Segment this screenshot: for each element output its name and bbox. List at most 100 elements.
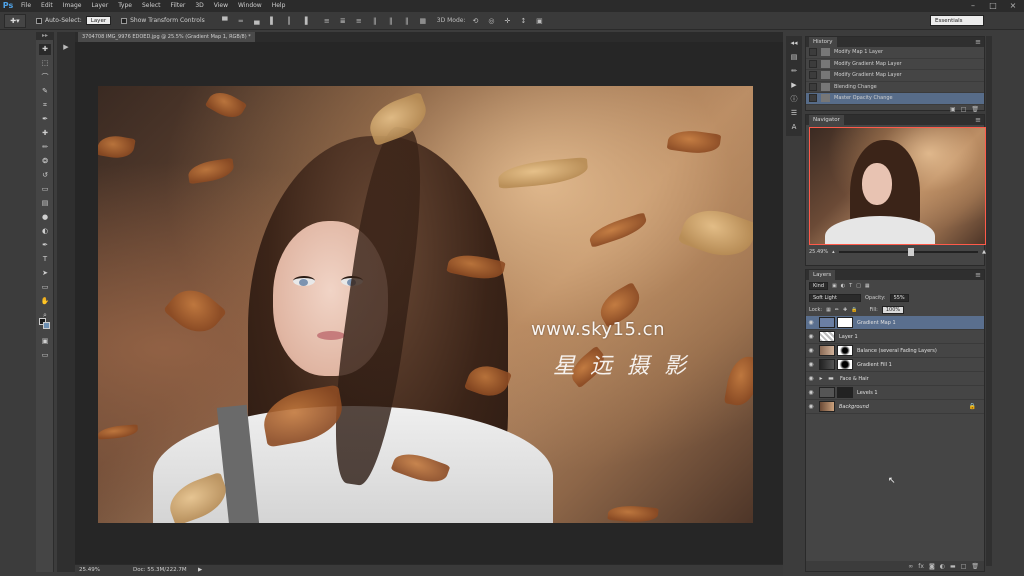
background-color-swatch[interactable]: [43, 322, 50, 329]
blend-mode-dropdown[interactable]: Soft Light: [809, 294, 861, 302]
layer-kind-filter[interactable]: Kind: [809, 282, 829, 290]
menu-type[interactable]: Type: [113, 0, 137, 12]
new-snapshot-icon[interactable]: □: [961, 106, 967, 113]
screen-mode-icon[interactable]: ▭: [39, 350, 51, 361]
status-menu-arrow-icon[interactable]: ▶: [198, 567, 202, 573]
fill-field[interactable]: 100%: [881, 306, 905, 314]
clone-stamp-tool-icon[interactable]: ❂: [39, 156, 51, 167]
expand-group-icon[interactable]: ▸: [816, 375, 826, 382]
add-mask-icon[interactable]: ◙: [929, 563, 935, 570]
lock-all-icon[interactable]: 🔒: [851, 307, 857, 313]
3d-rotate-icon[interactable]: ⟲: [469, 16, 481, 26]
panel-scrollbar[interactable]: [986, 36, 992, 566]
type-tool-icon[interactable]: T: [39, 254, 51, 265]
menu-filter[interactable]: Filter: [166, 0, 191, 12]
history-state-selected[interactable]: Master Opacity Change: [806, 93, 984, 105]
visibility-eye-icon[interactable]: ◉: [806, 319, 816, 326]
new-layer-icon[interactable]: □: [961, 563, 967, 570]
distribute-bottom-icon[interactable]: ≡: [353, 16, 365, 26]
crop-tool-icon[interactable]: ⌗: [39, 100, 51, 111]
menu-image[interactable]: Image: [58, 0, 87, 12]
collapse-panels-icon[interactable]: ◂◂: [788, 38, 800, 48]
history-state[interactable]: Blending Change: [806, 82, 984, 93]
navigator-tab[interactable]: Navigator: [809, 115, 844, 125]
align-left-icon[interactable]: ▌: [267, 16, 279, 26]
history-brush-source-checkbox[interactable]: [809, 48, 817, 57]
align-hcenter-icon[interactable]: ║: [283, 16, 295, 26]
menu-edit[interactable]: Edit: [36, 0, 58, 12]
layer-mask-thumbnail[interactable]: [837, 387, 853, 398]
brush-tool-icon[interactable]: ✏: [39, 142, 51, 153]
panel-menu-icon[interactable]: ≡: [975, 115, 981, 125]
history-brush-tool-icon[interactable]: ↺: [39, 170, 51, 181]
menu-window[interactable]: Window: [233, 0, 267, 12]
minimize-icon[interactable]: –: [966, 1, 980, 11]
align-right-icon[interactable]: ▐: [299, 16, 311, 26]
move-tool-icon[interactable]: ✚: [39, 44, 51, 55]
layers-tab[interactable]: Layers: [809, 270, 836, 280]
history-panel-icon[interactable]: ▤: [788, 52, 800, 62]
layer-mask-thumbnail[interactable]: [837, 359, 853, 370]
lock-transparent-icon[interactable]: ▦: [826, 307, 831, 313]
zoom-level-field[interactable]: 25.49%: [79, 567, 100, 573]
zoom-slider-knob[interactable]: [908, 248, 915, 256]
history-brush-source-checkbox[interactable]: [809, 59, 817, 68]
eyedropper-tool-icon[interactable]: ✒: [39, 114, 51, 125]
gradient-tool-icon[interactable]: ▤: [39, 198, 51, 209]
align-vcenter-icon[interactable]: ═: [235, 16, 247, 26]
close-icon[interactable]: ×: [1006, 1, 1020, 11]
marquee-tool-icon[interactable]: ⬚: [39, 58, 51, 69]
layer-group-row[interactable]: ◉ ▸ ▬ Face & Hair: [806, 372, 984, 386]
filter-adjustment-icon[interactable]: ◐: [841, 283, 845, 289]
path-select-tool-icon[interactable]: ➤: [39, 268, 51, 279]
link-layers-icon[interactable]: ∞: [908, 563, 913, 570]
menu-select[interactable]: Select: [137, 0, 166, 12]
document-image[interactable]: www.sky15.cn 星 远 摄 影: [98, 86, 753, 523]
history-state[interactable]: Modify Gradient Map Layer: [806, 70, 984, 82]
layer-mask-thumbnail[interactable]: [837, 317, 853, 328]
3d-drag-icon[interactable]: ✛: [501, 16, 513, 26]
auto-select-checkbox[interactable]: [36, 17, 42, 24]
visibility-eye-icon[interactable]: ◉: [806, 333, 816, 340]
canvas-area[interactable]: www.sky15.cn 星 远 摄 影: [75, 42, 783, 564]
distribute-right-icon[interactable]: ‖: [401, 16, 413, 26]
panel-menu-icon[interactable]: ≡: [975, 37, 981, 47]
blur-tool-icon[interactable]: ●: [39, 212, 51, 223]
distribute-hcenter-icon[interactable]: ‖: [385, 16, 397, 26]
layer-row[interactable]: ◉ Levels 1: [806, 386, 984, 400]
layer-mask-thumbnail[interactable]: [837, 345, 853, 356]
new-group-icon[interactable]: ▬: [950, 563, 956, 570]
actions-panel-icon[interactable]: ▶: [788, 80, 800, 90]
maximize-icon[interactable]: □: [986, 1, 1000, 11]
3d-slide-icon[interactable]: ↕: [517, 16, 529, 26]
visibility-eye-icon[interactable]: ◉: [806, 347, 816, 354]
delete-state-icon[interactable]: 🗑: [971, 106, 979, 113]
history-tab[interactable]: History: [809, 37, 837, 47]
expand-panels-icon[interactable]: ▶: [60, 42, 72, 52]
history-brush-source-checkbox[interactable]: [809, 82, 817, 91]
panel-menu-icon[interactable]: ≡: [975, 270, 981, 280]
distribute-left-icon[interactable]: ‖: [369, 16, 381, 26]
show-transform-checkbox[interactable]: [121, 17, 128, 24]
layer-row[interactable]: ◉ Gradient Fill 1: [806, 358, 984, 372]
background-layer-row[interactable]: ◉ Background 🔒: [806, 400, 984, 414]
healing-brush-tool-icon[interactable]: ✚: [39, 128, 51, 139]
filter-type-icon[interactable]: T: [849, 283, 852, 289]
menu-view[interactable]: View: [209, 0, 233, 12]
layer-row[interactable]: ◉ Layer 1: [806, 330, 984, 344]
history-brush-source-checkbox[interactable]: [809, 94, 817, 103]
filter-pixel-icon[interactable]: ▣: [832, 283, 837, 289]
menu-3d[interactable]: 3D: [190, 0, 208, 12]
layer-style-icon[interactable]: fx: [918, 563, 924, 570]
layer-row-selected[interactable]: ◉ Gradient Map 1: [806, 316, 984, 330]
navigator-zoom-slider[interactable]: [838, 248, 979, 256]
lasso-tool-icon[interactable]: ⌒: [39, 72, 51, 83]
info-panel-icon[interactable]: ⓘ: [788, 94, 800, 104]
lock-position-icon[interactable]: ✚: [843, 307, 847, 313]
navigator-zoom-value[interactable]: 25.49%: [809, 249, 828, 255]
filter-smartobject-icon[interactable]: ▦: [865, 283, 870, 289]
menu-layer[interactable]: Layer: [86, 0, 113, 12]
pen-tool-icon[interactable]: ✒: [39, 240, 51, 251]
zoom-out-icon[interactable]: ▴: [832, 249, 835, 255]
layer-row[interactable]: ◉ Balance (several Fading Layers): [806, 344, 984, 358]
